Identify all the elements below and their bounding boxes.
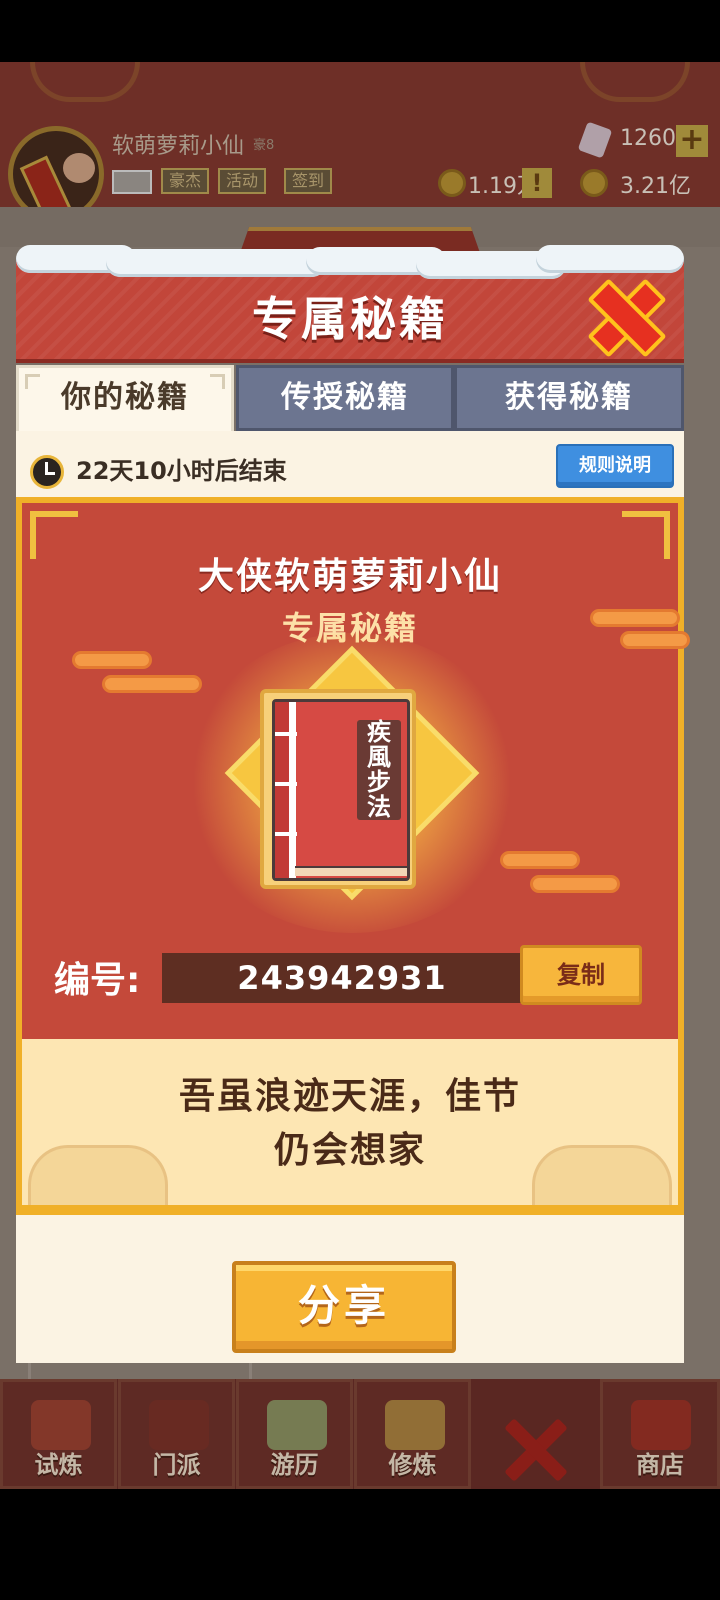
cloud-decoration [102, 675, 202, 693]
book-stitch [275, 782, 297, 786]
shop-icon [631, 1400, 691, 1450]
dialog-title: 专属秘籍 [252, 292, 448, 346]
book-cover: 疾 風 步 法 [272, 699, 410, 881]
gold-icon [580, 169, 608, 197]
book-spine [289, 702, 296, 878]
book-title-char: 風 [367, 743, 391, 771]
mail-icon[interactable] [112, 170, 152, 194]
chip-heroes[interactable]: 豪杰 [161, 168, 210, 194]
copy-button[interactable]: 复制 [520, 945, 642, 1005]
close-button[interactable] [590, 281, 656, 347]
tab-shop[interactable]: 商店 [600, 1379, 720, 1489]
quote-line-2: 仍会想家 [273, 1130, 426, 1171]
code-label: 编号: [54, 960, 141, 1001]
tab-label: 修炼 [388, 1451, 437, 1479]
book-stitch [275, 732, 297, 736]
gold-count: 3.21亿 [620, 174, 691, 199]
dialog-body: 22天10小时后结束 规则说明 大侠软萌萝莉小仙 专属秘籍 疾 風 步 法 编号… [16, 431, 690, 1363]
rules-button[interactable]: 规则说明 [556, 444, 674, 488]
tab-label: 门派 [152, 1451, 201, 1479]
card-border [16, 1205, 684, 1215]
book-stitch [275, 832, 297, 836]
cloud-decoration [500, 851, 580, 869]
tab-bar: 你的秘籍 传授秘籍 获得秘籍 [16, 365, 684, 435]
exclusive-book-dialog: 专属秘籍 你的秘籍 传授秘籍 获得秘籍 22天10小时后结束 规则说明 大侠软萌… [16, 245, 690, 1363]
gem-count: 1260 [620, 126, 676, 151]
book-title-char: 法 [367, 793, 391, 821]
navigation-bar [0, 1489, 720, 1600]
tab-travel[interactable]: 游历 [236, 1379, 353, 1489]
tab-cultivate[interactable]: 修炼 [354, 1379, 471, 1489]
tab-your-book[interactable]: 你的秘籍 [16, 365, 234, 435]
close-icon[interactable] [505, 1420, 565, 1480]
book-pages [295, 866, 407, 876]
cultivate-icon [385, 1400, 445, 1450]
rank-tag: 豪8 [253, 138, 275, 153]
alert-icon[interactable]: ! [522, 168, 552, 198]
tab-obtain-book[interactable]: 获得秘籍 [454, 365, 684, 431]
countdown-text: 22天10小时后结束 [76, 457, 287, 485]
tab-label: 游历 [270, 1451, 319, 1479]
tab-label: 试炼 [34, 1451, 83, 1479]
avatar-head [63, 153, 95, 183]
chip-checkin[interactable]: 签到 [284, 168, 333, 194]
tab-label: 商店 [636, 1451, 684, 1479]
code-value: 243942931 [237, 959, 447, 997]
tab-teach-book[interactable]: 传授秘籍 [236, 365, 454, 431]
status-bar [0, 0, 720, 62]
book-title-char: 步 [367, 768, 391, 796]
token-icon [438, 169, 466, 197]
quote-panel: 吾虽浪迹天涯，佳节 仍会想家 [16, 1039, 684, 1211]
tab-trial[interactable]: 试炼 [0, 1379, 117, 1489]
book-title-char: 疾 [367, 718, 391, 746]
clock-icon [30, 455, 64, 489]
book-binding [275, 702, 289, 878]
add-gems-button[interactable]: + [676, 125, 708, 157]
code-field: 243942931 [162, 953, 522, 1003]
book-title-label: 疾 風 步 法 [357, 720, 401, 820]
card-title: 大侠软萌萝莉小仙 [197, 556, 502, 597]
book-icon: 疾 風 步 法 [260, 689, 416, 889]
cloud-decoration [530, 875, 620, 893]
travel-icon [267, 1400, 327, 1450]
quote-line-1: 吾虽浪迹天涯，佳节 [178, 1076, 521, 1117]
snow-decoration [16, 245, 684, 279]
chip-activity[interactable]: 活动 [218, 168, 267, 194]
player-name: 软萌萝莉小仙 [112, 134, 245, 159]
sect-icon [149, 1400, 209, 1450]
share-button[interactable]: 分享 [232, 1261, 456, 1353]
tab-sect[interactable]: 门派 [118, 1379, 235, 1489]
cloud-decoration [72, 651, 152, 669]
trial-icon [31, 1400, 91, 1450]
